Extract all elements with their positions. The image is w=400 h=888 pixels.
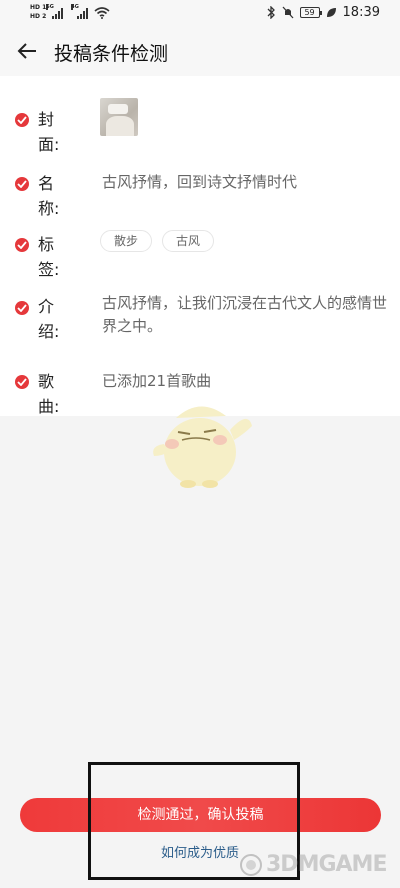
signal2-tag: 4G [71, 3, 79, 10]
name-label: 名称: [38, 174, 60, 218]
check-icon [15, 375, 29, 389]
page-title: 投稿条件检测 [54, 43, 169, 65]
songs-label: 歌曲: [38, 372, 60, 416]
songs-value: 已添加21首歌曲 [102, 372, 212, 390]
watermark-logo-icon [240, 853, 262, 876]
battery-icon: 59 [299, 7, 322, 18]
signal1-tag: 5G [46, 3, 54, 10]
signal-icon-2: 4G [71, 3, 89, 19]
check-list: 封面: 名称: 古风抒情，回到诗文抒情时代 标签: 散步 古风 介绍: 古风抒情… [0, 76, 400, 416]
wifi-icon [94, 6, 110, 19]
watermark-text: 3DMGAME [266, 852, 387, 877]
signal-icon: 5G [46, 3, 64, 19]
intro-label: 介绍: [38, 297, 60, 341]
check-icon [15, 301, 29, 315]
check-icon [15, 238, 29, 252]
status-right: 59 18:39 [266, 5, 380, 20]
hd1-label: HD 1 [30, 4, 47, 11]
bluetooth-icon [267, 6, 275, 19]
leaf-icon [326, 8, 336, 17]
cover-thumbnail[interactable] [100, 98, 138, 136]
watermark: 3DMGAME [240, 852, 387, 877]
check-icon [15, 113, 29, 127]
clock: 18:39 [342, 5, 380, 20]
status-bar: HD 1 HD 2 5G 4G 59 18:39 [0, 0, 400, 28]
hd2-label: HD 2 [30, 13, 47, 20]
tag-chip: 古风 [162, 230, 215, 252]
mascot-illustration [153, 406, 252, 488]
mute-icon [282, 6, 294, 19]
tag-list: 散步 古风 [100, 230, 215, 252]
status-left: HD 1 HD 2 5G 4G [30, 3, 110, 21]
back-arrow-icon[interactable] [16, 40, 38, 62]
app-header: 投稿条件检测 [0, 28, 400, 76]
tags-label: 标签: [38, 235, 60, 279]
cover-label: 封面: [38, 110, 60, 154]
hd-indicator: HD 1 HD 2 [30, 4, 46, 21]
tag-chip: 散步 [100, 230, 153, 252]
check-icon [15, 177, 29, 191]
name-value: 古风抒情，回到诗文抒情时代 [102, 173, 298, 191]
intro-value: 古风抒情，让我们沉浸在古代文人的感情世界之中。 [102, 294, 388, 335]
